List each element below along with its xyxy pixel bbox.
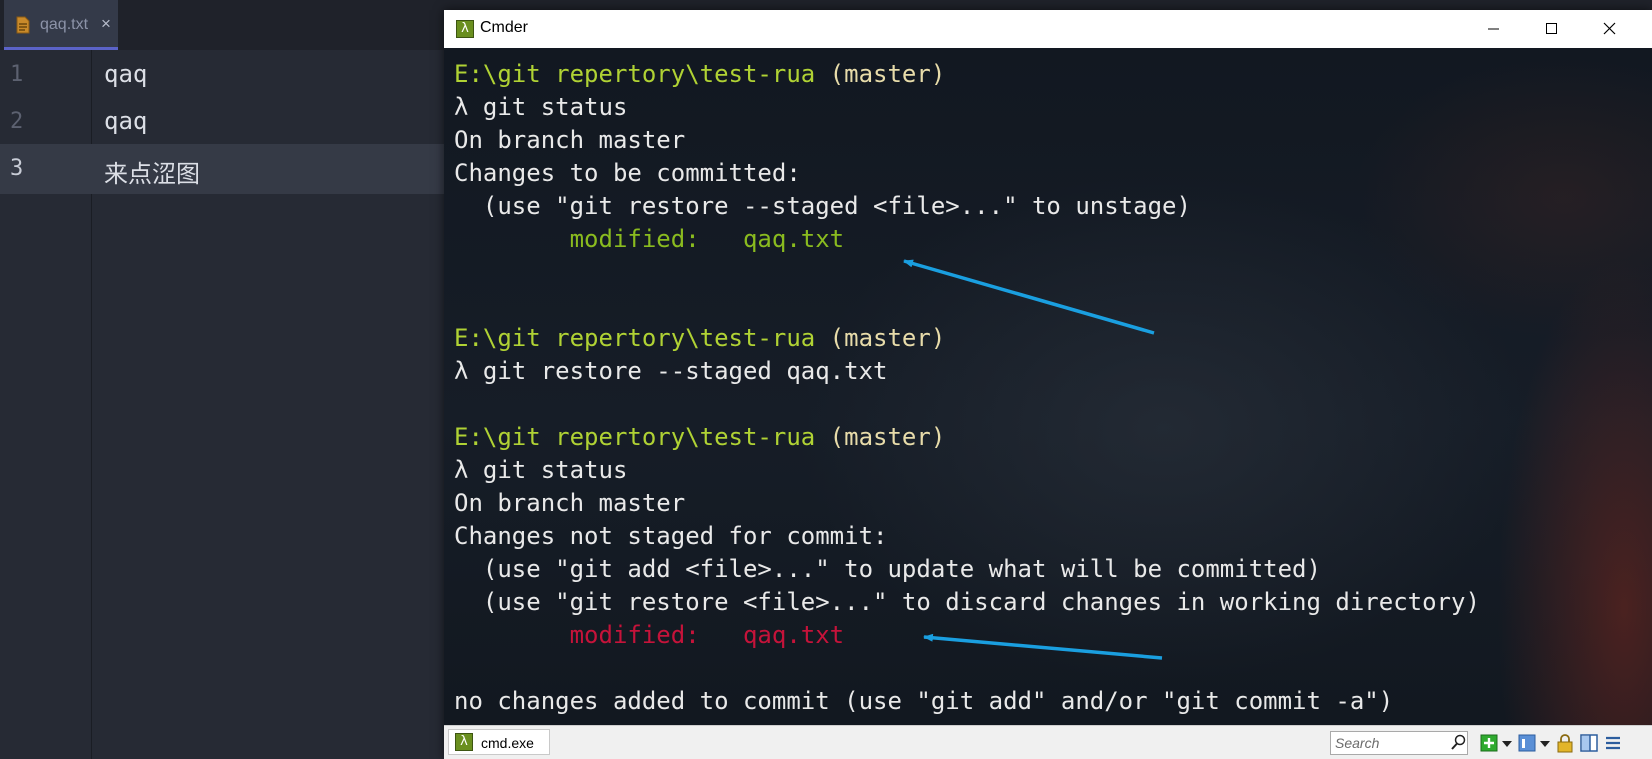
lambda-icon: λ	[455, 733, 473, 751]
console-area[interactable]: E:\git repertory\test-rua (master) λ git …	[444, 48, 1652, 725]
line-number: 2	[10, 109, 24, 134]
prompt-branch-text: (master)	[815, 60, 946, 88]
terminal-line: E:\git repertory\test-rua (master)	[454, 58, 1480, 91]
text-file-icon	[16, 16, 30, 34]
terminal-line: On branch master	[454, 124, 1480, 157]
search-input[interactable]	[1330, 731, 1468, 755]
close-icon[interactable]: ×	[101, 14, 111, 34]
terminal-output: E:\git repertory\test-rua (master) λ git …	[454, 58, 1480, 718]
terminal-line: λ git status	[454, 454, 1480, 487]
terminal-text: (use "git restore <file>..." to discard …	[454, 588, 1480, 616]
unstaged-text: modified: qaq.txt	[569, 621, 845, 649]
maximize-icon	[1546, 23, 1557, 34]
terminal-line: On branch master	[454, 487, 1480, 520]
window-title: Cmder	[480, 19, 529, 36]
terminal-text: On branch master	[454, 126, 686, 154]
minimize-icon	[1488, 28, 1499, 30]
prompt-branch-text: (master)	[815, 324, 946, 352]
editor-tab-label: qaq.txt	[40, 16, 89, 33]
terminal-line: modified: qaq.txt	[454, 619, 1480, 652]
maximize-button[interactable]	[1524, 10, 1578, 48]
status-bar: λ cmd.exe	[444, 725, 1652, 759]
line-text[interactable]: 来点涩图	[104, 154, 200, 189]
prompt-path-text: E:\git repertory\test-rua	[454, 60, 816, 88]
line-text[interactable]: qaq	[104, 107, 147, 135]
split-panes-icon[interactable]	[1580, 733, 1598, 753]
search-icon[interactable]	[1450, 734, 1466, 752]
prompt-branch-text: (master)	[815, 423, 946, 451]
terminal-text: (use "git add <file>..." to update what …	[454, 555, 1321, 583]
title-bar[interactable]: λ Cmder	[444, 10, 1652, 48]
terminal-line: E:\git repertory\test-rua (master)	[454, 322, 1480, 355]
console-tab[interactable]: λ cmd.exe	[448, 729, 550, 755]
terminal-text: λ git restore --staged qaq.txt	[454, 357, 888, 385]
terminal-text: λ git status	[454, 456, 628, 484]
terminal-line: λ git status	[454, 91, 1480, 124]
close-button[interactable]	[1582, 10, 1636, 48]
close-icon	[1603, 22, 1616, 35]
terminal-text: (use "git restore --staged <file>..." to…	[454, 192, 1191, 220]
minimize-button[interactable]	[1466, 10, 1520, 48]
terminal-line: (use "git restore --staged <file>..." to…	[454, 190, 1480, 223]
line-number: 1	[10, 62, 24, 87]
terminal-text: Changes not staged for commit:	[454, 522, 888, 550]
editor-tab-qaq[interactable]: qaq.txt ×	[4, 0, 118, 50]
prompt-path-text: E:\git repertory\test-rua	[454, 423, 816, 451]
terminal-line: (use "git add <file>..." to update what …	[454, 553, 1480, 586]
dropdown-icon[interactable]	[1502, 741, 1512, 747]
terminal-line: Changes not staged for commit:	[454, 520, 1480, 553]
prompt-path-text: E:\git repertory\test-rua	[454, 324, 816, 352]
terminal-line: Changes to be committed:	[454, 157, 1480, 190]
line-number: 3	[10, 156, 24, 181]
staged-text: modified: qaq.txt	[569, 225, 845, 253]
lambda-icon: λ	[456, 20, 474, 38]
new-console-icon[interactable]	[1480, 733, 1498, 753]
cmder-window: λ Cmder E:\git repertory\test-rua (maste…	[444, 10, 1652, 759]
terminal-line: E:\git repertory\test-rua (master)	[454, 421, 1480, 454]
line-text[interactable]: qaq	[104, 60, 147, 88]
terminal-text: λ git status	[454, 93, 628, 121]
view-icon[interactable]	[1518, 733, 1536, 753]
terminal-line: λ git restore --staged qaq.txt	[454, 355, 1480, 388]
menu-icon[interactable]	[1604, 733, 1622, 753]
terminal-text: On branch master	[454, 489, 686, 517]
terminal-text: Changes to be committed:	[454, 159, 801, 187]
terminal-line: no changes added to commit (use "git add…	[454, 685, 1480, 718]
dropdown-icon[interactable]	[1540, 741, 1550, 747]
terminal-line: (use "git restore <file>..." to discard …	[454, 586, 1480, 619]
terminal-line: modified: qaq.txt	[454, 223, 1480, 256]
terminal-text: no changes added to commit (use "git add…	[454, 687, 1394, 715]
console-tab-label: cmd.exe	[481, 735, 534, 751]
lock-icon[interactable]	[1556, 733, 1574, 753]
